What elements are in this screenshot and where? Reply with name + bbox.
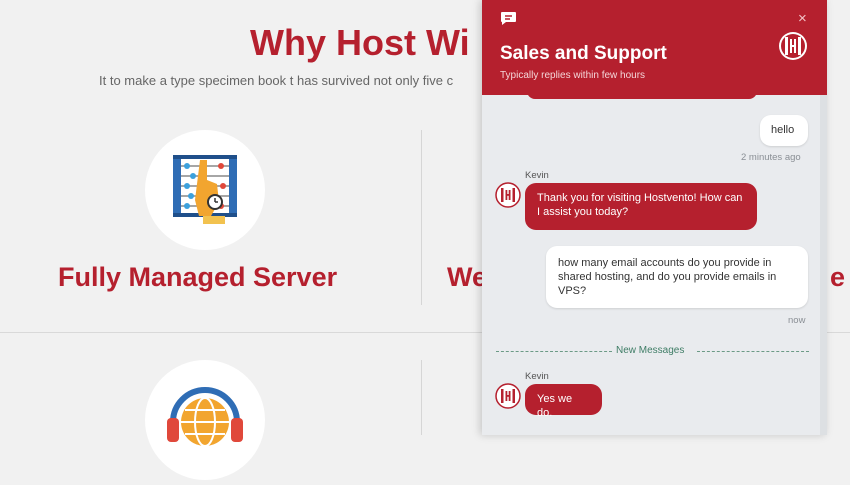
agent-avatar-icon xyxy=(495,182,521,208)
page-subheading: It to make a type specimen book t has su… xyxy=(99,73,454,88)
chat-widget[interactable]: × Sales and Support Typically replies wi… xyxy=(482,0,827,435)
message-time: now xyxy=(788,315,806,326)
chat-title: Sales and Support xyxy=(500,43,667,64)
chat-scrollbar[interactable] xyxy=(820,95,827,435)
previous-message xyxy=(527,83,757,99)
message-time: 2 minutes ago xyxy=(741,152,801,163)
column-divider xyxy=(421,360,422,435)
feature-icon-circle xyxy=(145,360,265,480)
agent-avatar-icon xyxy=(495,383,521,409)
feature-icon-circle xyxy=(145,130,265,250)
user-message: how many email accounts do you provide i… xyxy=(546,246,808,308)
agent-name: Kevin xyxy=(525,371,549,382)
feature-title: We xyxy=(447,262,488,292)
column-divider xyxy=(421,130,422,305)
brand-logo-icon xyxy=(779,32,807,60)
page-heading: Why Host Wi xyxy=(250,22,470,63)
new-messages-divider xyxy=(697,351,809,352)
agent-message: Thank you for visiting Hostvento! How ca… xyxy=(525,183,757,230)
close-icon[interactable]: × xyxy=(798,10,807,27)
chat-bubble-icon xyxy=(501,12,516,25)
user-message: hello xyxy=(760,115,808,146)
chat-header: × Sales and Support Typically replies wi… xyxy=(482,0,827,95)
chat-subtitle: Typically replies within few hours xyxy=(500,70,646,81)
agent-message: Yes we do. xyxy=(525,384,602,419)
new-messages-label: New Messages xyxy=(616,345,685,356)
abacus-icon xyxy=(173,155,237,224)
feature-title: Fully Managed Server xyxy=(58,262,338,292)
chat-message-list[interactable]: hello 2 minutes ago Kevin Thank you for … xyxy=(482,83,827,435)
feature-title-tail: e xyxy=(830,262,846,292)
new-messages-divider xyxy=(496,351,612,352)
agent-name: Kevin xyxy=(525,170,549,181)
headset-globe-icon xyxy=(167,387,243,447)
